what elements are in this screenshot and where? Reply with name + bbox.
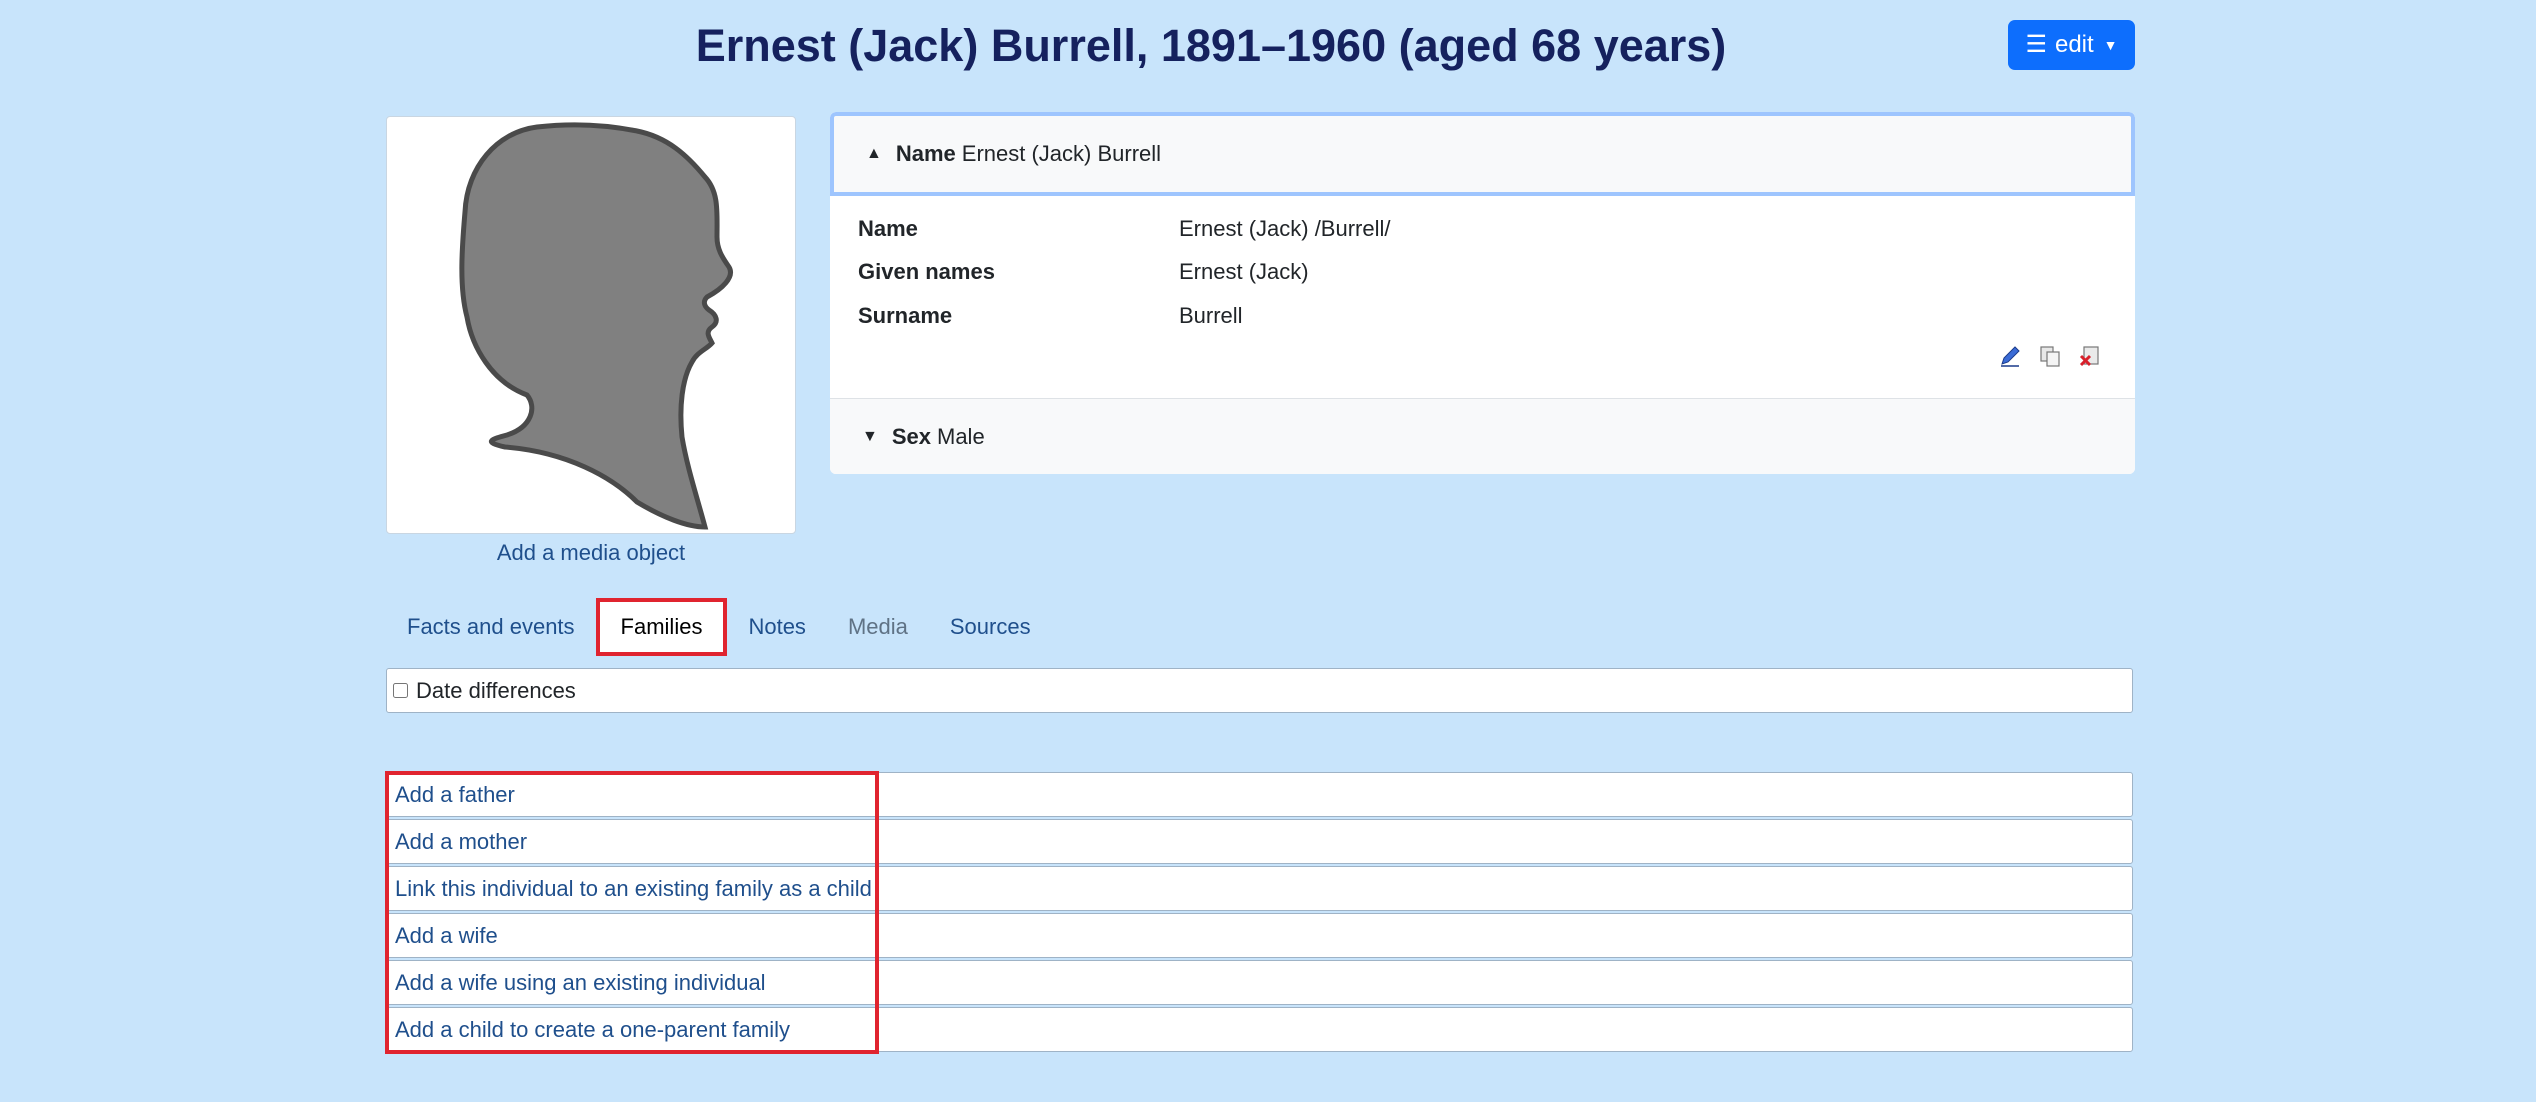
- add-media-object-link[interactable]: Add a media object: [386, 538, 796, 568]
- edit-pencil-icon[interactable]: [1998, 344, 2022, 368]
- fact-value-name: Ernest (Jack) /Burrell/: [1179, 216, 1391, 241]
- list-item: Add a child to create a one-parent famil…: [386, 1007, 2133, 1052]
- edit-menu-button[interactable]: ☰ edit ▼: [2008, 20, 2135, 70]
- list-item: Add a mother: [386, 819, 2133, 864]
- sex-header-value: Male: [937, 423, 985, 449]
- silhouette-male-icon: [386, 116, 796, 534]
- fact-label-surname: Surname: [858, 303, 953, 328]
- sex-section-header[interactable]: ▼ Sex Male: [830, 398, 2135, 474]
- name-section-header[interactable]: ▲ Name Ernest (Jack) Burrell: [830, 112, 2135, 196]
- date-differences-label: Date differences: [416, 677, 576, 703]
- tab-sources[interactable]: Sources: [929, 598, 1052, 656]
- add-child-one-parent-family-link[interactable]: Add a child to create a one-parent famil…: [395, 1017, 790, 1043]
- name-card: ▲ Name Ernest (Jack) Burrell Name Ernest…: [830, 112, 2135, 474]
- tab-bar: Facts and events Families Notes Media So…: [386, 596, 1052, 658]
- sex-header-label: Sex: [891, 423, 931, 449]
- copy-icon[interactable]: [2038, 344, 2062, 368]
- date-differences-row[interactable]: Date differences: [386, 668, 2133, 713]
- tab-media[interactable]: Media: [827, 598, 929, 656]
- name-row-actions: [1998, 344, 2102, 368]
- fact-label-name: Name: [858, 216, 918, 241]
- fact-label-given-names: Given names: [858, 259, 995, 284]
- name-header-value: Ernest (Jack) Burrell: [961, 141, 1162, 166]
- delete-icon[interactable]: [2078, 344, 2102, 368]
- fact-value-given-names: Ernest (Jack): [1179, 259, 1309, 284]
- add-wife-link[interactable]: Add a wife: [395, 923, 498, 949]
- add-father-link[interactable]: Add a father: [395, 782, 515, 808]
- expand-triangle-icon: ▼: [862, 427, 878, 445]
- edit-button-label: edit: [2054, 31, 2094, 58]
- collapse-triangle-icon: ▲: [866, 145, 882, 162]
- link-existing-family-as-child-link[interactable]: Link this individual to an existing fami…: [395, 876, 872, 902]
- page-title: Ernest (Jack) Burrell, 1891–1960 (aged 6…: [695, 20, 1727, 71]
- fact-value-surname: Burrell: [1179, 303, 1243, 328]
- date-differences-checkbox[interactable]: [393, 683, 408, 698]
- list-item: Add a wife: [386, 913, 2133, 958]
- name-header-label: Name: [895, 141, 956, 166]
- add-wife-existing-individual-link[interactable]: Add a wife using an existing individual: [395, 970, 766, 996]
- tab-facts-and-events[interactable]: Facts and events: [386, 598, 596, 656]
- list-item: Add a wife using an existing individual: [386, 960, 2133, 1005]
- menu-icon: ☰: [2025, 31, 2047, 58]
- caret-down-icon: ▼: [2103, 37, 2118, 53]
- list-item: Link this individual to an existing fami…: [386, 866, 2133, 911]
- add-mother-link[interactable]: Add a mother: [395, 829, 527, 855]
- tab-notes[interactable]: Notes: [727, 598, 826, 656]
- tab-families[interactable]: Families: [595, 598, 728, 656]
- list-item: Add a father: [386, 772, 2133, 817]
